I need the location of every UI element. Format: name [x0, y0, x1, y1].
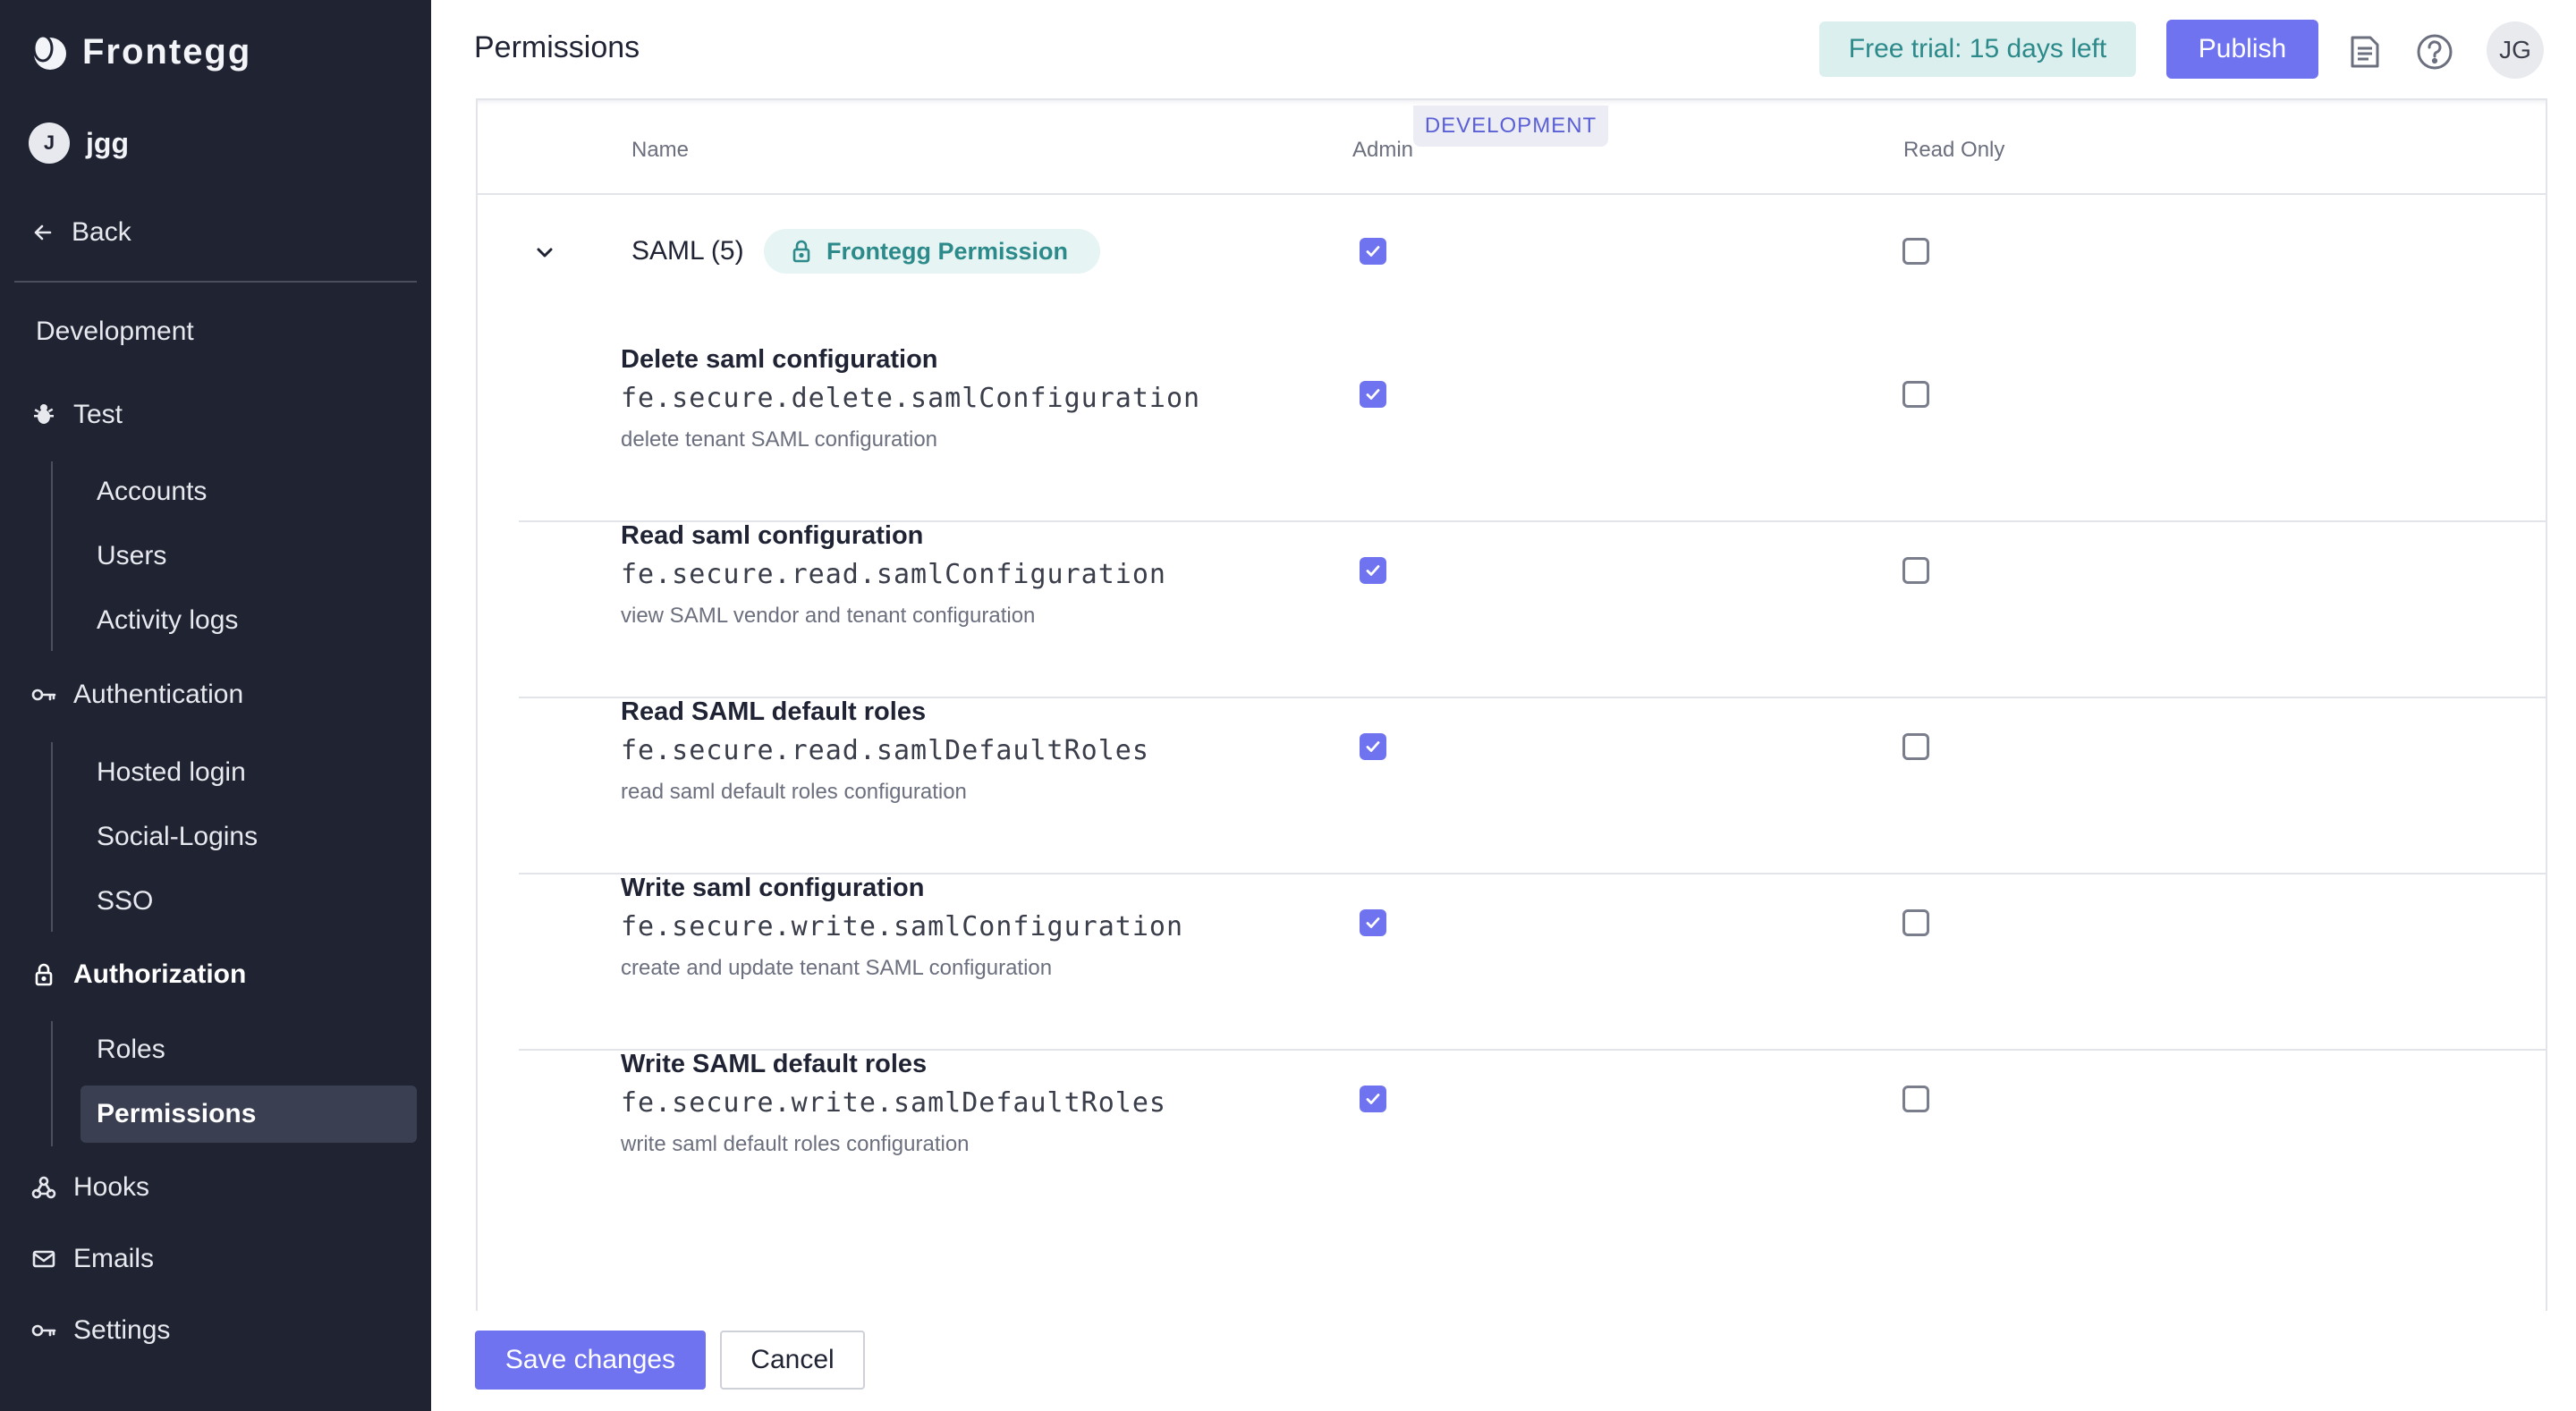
sidebar-subtree-line — [51, 742, 53, 932]
permission-description: read saml default roles configuration — [621, 780, 967, 804]
bug-icon — [34, 404, 54, 424]
table-row: Delete saml configuration fe.secure.dele… — [519, 345, 2547, 522]
account-switcher[interactable]: J jgg — [29, 122, 129, 165]
brand-name: Frontegg — [82, 31, 252, 72]
sidebar-item-permissions[interactable]: Permissions — [80, 1086, 417, 1143]
admin-checkbox[interactable] — [1360, 557, 1386, 584]
page-title: Permissions — [474, 30, 640, 64]
sidebar-subtree-line — [51, 461, 53, 651]
permission-description: write saml default roles configuration — [621, 1132, 970, 1156]
sidebar-item-users[interactable]: Users — [80, 528, 417, 585]
table-row: Write saml configuration fe.secure.write… — [519, 874, 2547, 1051]
column-header-admin: Admin — [1352, 138, 1414, 162]
environment-tab: DEVELOPMENT — [1413, 106, 1608, 147]
permission-name: Delete saml configuration — [621, 345, 938, 374]
free-trial-badge[interactable]: Free trial: 15 days left — [1819, 21, 2136, 77]
environment-label: Development — [36, 317, 194, 346]
sidebar-item-activity-logs[interactable]: Activity logs — [80, 592, 417, 649]
webhook-icon — [31, 1176, 56, 1199]
permission-group-name: SAML (5) — [631, 236, 744, 266]
app-root: Frontegg J jgg Back Development Test Acc… — [0, 0, 2576, 1411]
frontegg-logo-icon — [32, 34, 66, 70]
check-icon — [1366, 917, 1380, 928]
admin-checkbox[interactable] — [1360, 909, 1386, 936]
permission-description: delete tenant SAML configuration — [621, 427, 938, 452]
permission-key: fe.secure.read.samlDefaultRoles — [621, 735, 1149, 766]
group-read-only-checkbox[interactable] — [1902, 238, 1929, 265]
badge-label: Frontegg Permission — [826, 237, 1069, 265]
lock-icon — [35, 963, 53, 986]
permission-name: Read saml configuration — [621, 521, 924, 550]
check-icon — [1366, 389, 1380, 400]
check-icon — [1366, 246, 1380, 257]
user-name: jgg — [86, 126, 129, 159]
sidebar-group-label: Settings — [73, 1315, 171, 1345]
table-row: Read saml configuration fe.secure.read.s… — [519, 521, 2547, 698]
permission-key: fe.secure.delete.samlConfiguration — [621, 383, 1201, 414]
chevron-down-icon[interactable] — [531, 240, 558, 266]
sidebar-group-authentication[interactable]: Authentication — [30, 673, 243, 716]
read-only-checkbox[interactable] — [1902, 557, 1929, 584]
sidebar-item-roles[interactable]: Roles — [80, 1021, 417, 1078]
header-divider — [476, 193, 2547, 195]
sidebar-group-label: Test — [73, 400, 123, 429]
user-avatar: J — [29, 123, 70, 164]
check-icon — [1366, 565, 1380, 576]
sidebar-group-label: Emails — [73, 1244, 155, 1273]
permission-name: Write saml configuration — [621, 874, 925, 902]
group-admin-checkbox[interactable] — [1360, 238, 1386, 265]
back-label: Back — [72, 217, 131, 247]
check-icon — [1366, 1094, 1380, 1104]
back-button[interactable]: Back — [30, 211, 131, 254]
admin-checkbox[interactable] — [1360, 733, 1386, 760]
sidebar: Frontegg J jgg Back Development Test Acc… — [0, 0, 431, 1411]
sidebar-group-settings[interactable]: Settings — [30, 1309, 170, 1352]
permission-description: view SAML vendor and tenant configuratio… — [621, 604, 1036, 628]
sidebar-group-authorization[interactable]: Authorization — [30, 953, 246, 996]
arrow-left-icon — [34, 224, 52, 241]
sidebar-item-accounts[interactable]: Accounts — [80, 463, 417, 520]
frontegg-permission-badge: Frontegg Permission — [764, 229, 1100, 274]
docs-icon[interactable] — [2345, 32, 2385, 72]
sidebar-divider — [14, 281, 417, 283]
table-row: Write SAML default roles fe.secure.write… — [519, 1050, 2547, 1227]
permission-name: Read SAML default roles — [621, 697, 927, 726]
sidebar-group-label: Hooks — [73, 1172, 150, 1202]
permission-key: fe.secure.write.samlDefaultRoles — [621, 1087, 1166, 1119]
save-changes-button[interactable]: Save changes — [475, 1331, 706, 1390]
brand[interactable]: Frontegg — [29, 29, 251, 75]
lock-icon — [792, 240, 810, 263]
column-header-name: Name — [631, 138, 690, 162]
read-only-checkbox[interactable] — [1902, 909, 1929, 936]
column-header-read-only: Read Only — [1903, 138, 2005, 162]
check-icon — [1366, 741, 1380, 752]
sidebar-subtree-line — [51, 1021, 53, 1146]
sidebar-group-label: Authentication — [73, 680, 244, 709]
read-only-checkbox[interactable] — [1902, 733, 1929, 760]
sidebar-group-test[interactable]: Test — [30, 393, 123, 436]
publish-button[interactable]: Publish — [2166, 20, 2318, 79]
read-only-checkbox[interactable] — [1902, 381, 1929, 408]
sidebar-item-hosted-login[interactable]: Hosted login — [80, 744, 417, 801]
user-avatar[interactable]: JG — [2487, 21, 2544, 79]
key-icon — [31, 1324, 56, 1337]
key-icon — [31, 689, 56, 701]
table-row: Read SAML default roles fe.secure.read.s… — [519, 697, 2547, 874]
permission-key: fe.secure.write.samlConfiguration — [621, 911, 1184, 942]
sidebar-item-social-logins[interactable]: Social-Logins — [80, 808, 417, 866]
permission-description: create and update tenant SAML configurat… — [621, 956, 1053, 980]
admin-checkbox[interactable] — [1360, 1086, 1386, 1112]
sidebar-group-emails[interactable]: Emails — [30, 1238, 154, 1280]
cancel-button[interactable]: Cancel — [720, 1331, 865, 1390]
sidebar-group-hooks[interactable]: Hooks — [30, 1166, 149, 1209]
mail-icon — [32, 1250, 55, 1268]
sidebar-group-label: Authorization — [73, 959, 247, 989]
read-only-checkbox[interactable] — [1902, 1086, 1929, 1112]
permission-name: Write SAML default roles — [621, 1050, 928, 1078]
permission-key: fe.secure.read.samlConfiguration — [621, 559, 1166, 590]
help-icon[interactable] — [2415, 32, 2454, 72]
admin-checkbox[interactable] — [1360, 381, 1386, 408]
sidebar-item-sso[interactable]: SSO — [80, 873, 417, 930]
